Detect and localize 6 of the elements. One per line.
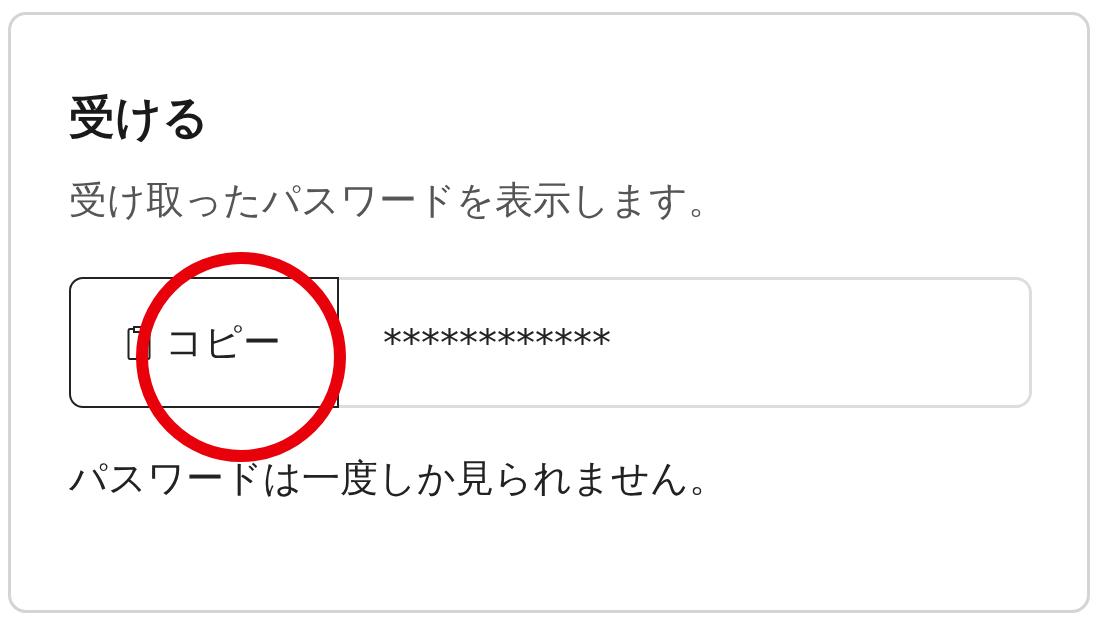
- clipboard-icon: [127, 324, 151, 361]
- copy-button[interactable]: コピー: [69, 277, 339, 408]
- card-description: 受け取ったパスワードを表示します。: [69, 177, 727, 224]
- note-text: パスワードは一度しか見られません。: [69, 455, 728, 502]
- password-field[interactable]: ************: [339, 277, 1032, 408]
- card-title: 受ける: [69, 89, 210, 146]
